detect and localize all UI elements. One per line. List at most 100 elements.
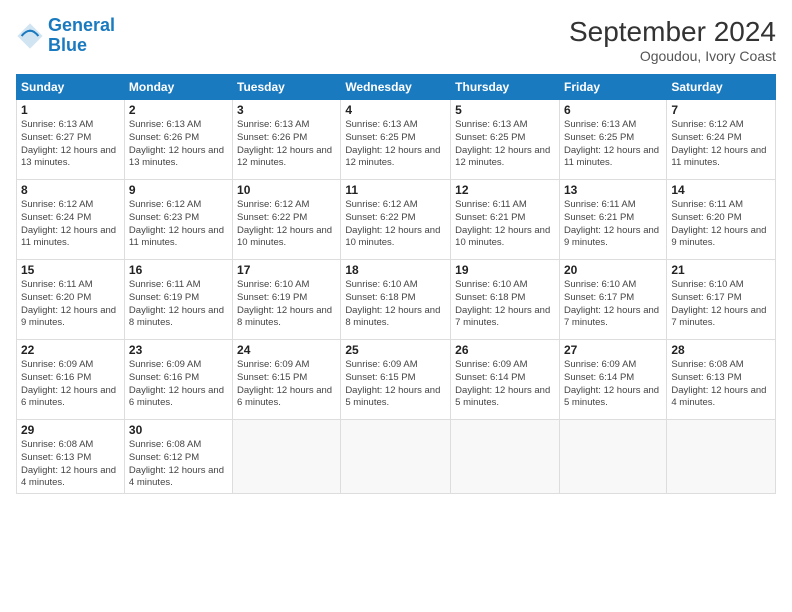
day-number: 29 [21,423,120,437]
day-info: Sunrise: 6:13 AMSunset: 6:25 PMDaylight:… [345,119,446,170]
calendar-cell: 18 Sunrise: 6:10 AMSunset: 6:18 PMDayligh… [341,260,451,340]
calendar-cell [559,420,666,494]
day-number: 7 [671,103,771,117]
day-info: Sunrise: 6:11 AMSunset: 6:21 PMDaylight:… [455,199,555,250]
day-info: Sunrise: 6:12 AMSunset: 6:24 PMDaylight:… [21,199,120,250]
calendar-cell: 7Sunrise: 6:12 AMSunset: 6:24 PMDaylight… [667,100,776,180]
day-number: 6 [564,103,662,117]
logo: General Blue [16,16,115,56]
calendar-cell [451,420,560,494]
calendar-cell: 17 Sunrise: 6:10 AMSunset: 6:19 PMDayligh… [233,260,341,340]
day-number: 10 [237,183,336,197]
calendar-cell: 28 Sunrise: 6:08 AMSunset: 6:13 PMDayligh… [667,340,776,420]
day-info: Sunrise: 6:11 AMSunset: 6:20 PMDaylight:… [671,199,771,250]
day-info: Sunrise: 6:08 AMSunset: 6:13 PMDaylight:… [21,439,120,490]
day-number: 28 [671,343,771,357]
day-info: Sunrise: 6:11 AMSunset: 6:19 PMDaylight:… [129,279,228,330]
calendar-table: SundayMondayTuesdayWednesdayThursdayFrid… [16,74,776,494]
day-number: 20 [564,263,662,277]
logo-text: General Blue [48,16,115,56]
calendar-cell: 27 Sunrise: 6:09 AMSunset: 6:14 PMDayligh… [559,340,666,420]
dow-header: Saturday [667,75,776,100]
calendar-cell [667,420,776,494]
dow-header: Monday [124,75,232,100]
day-info: Sunrise: 6:12 AMSunset: 6:22 PMDaylight:… [345,199,446,250]
day-number: 17 [237,263,336,277]
day-number: 2 [129,103,228,117]
day-info: Sunrise: 6:10 AMSunset: 6:17 PMDaylight:… [671,279,771,330]
location: Ogoudou, Ivory Coast [569,48,776,64]
dow-header: Thursday [451,75,560,100]
day-number: 12 [455,183,555,197]
day-info: Sunrise: 6:10 AMSunset: 6:19 PMDaylight:… [237,279,336,330]
day-info: Sunrise: 6:12 AMSunset: 6:23 PMDaylight:… [129,199,228,250]
day-number: 23 [129,343,228,357]
day-number: 13 [564,183,662,197]
day-number: 30 [129,423,228,437]
day-number: 18 [345,263,446,277]
day-info: Sunrise: 6:08 AMSunset: 6:13 PMDaylight:… [671,359,771,410]
calendar-cell: 13 Sunrise: 6:11 AMSunset: 6:21 PMDayligh… [559,180,666,260]
calendar-cell [233,420,341,494]
calendar-cell: 12 Sunrise: 6:11 AMSunset: 6:21 PMDayligh… [451,180,560,260]
day-info: Sunrise: 6:13 AMSunset: 6:27 PMDaylight:… [21,119,120,170]
day-info: Sunrise: 6:09 AMSunset: 6:15 PMDaylight:… [345,359,446,410]
day-number: 22 [21,343,120,357]
calendar-cell: 8Sunrise: 6:12 AMSunset: 6:24 PMDaylight… [17,180,125,260]
calendar-cell: 21Sunrise: 6:10 AMSunset: 6:17 PMDayligh… [667,260,776,340]
dow-header: Tuesday [233,75,341,100]
calendar-cell: 9 Sunrise: 6:12 AMSunset: 6:23 PMDaylight… [124,180,232,260]
day-number: 11 [345,183,446,197]
day-number: 16 [129,263,228,277]
logo-icon [16,22,44,50]
day-info: Sunrise: 6:12 AMSunset: 6:22 PMDaylight:… [237,199,336,250]
calendar-cell: 26 Sunrise: 6:09 AMSunset: 6:14 PMDayligh… [451,340,560,420]
day-number: 25 [345,343,446,357]
day-number: 3 [237,103,336,117]
day-number: 9 [129,183,228,197]
day-number: 19 [455,263,555,277]
day-info: Sunrise: 6:13 AMSunset: 6:25 PMDaylight:… [455,119,555,170]
calendar-cell: 2 Sunrise: 6:13 AMSunset: 6:26 PMDaylight… [124,100,232,180]
calendar-cell: 30 Sunrise: 6:08 AMSunset: 6:12 PMDayligh… [124,420,232,494]
day-info: Sunrise: 6:09 AMSunset: 6:14 PMDaylight:… [455,359,555,410]
day-number: 26 [455,343,555,357]
day-info: Sunrise: 6:10 AMSunset: 6:17 PMDaylight:… [564,279,662,330]
calendar-cell: 14 Sunrise: 6:11 AMSunset: 6:20 PMDayligh… [667,180,776,260]
day-info: Sunrise: 6:09 AMSunset: 6:16 PMDaylight:… [21,359,120,410]
day-number: 15 [21,263,120,277]
calendar-cell: 10 Sunrise: 6:12 AMSunset: 6:22 PMDayligh… [233,180,341,260]
calendar-cell [341,420,451,494]
calendar-cell: 3 Sunrise: 6:13 AMSunset: 6:26 PMDaylight… [233,100,341,180]
dow-header: Wednesday [341,75,451,100]
calendar-cell: 24Sunrise: 6:09 AMSunset: 6:15 PMDayligh… [233,340,341,420]
calendar-cell: 11 Sunrise: 6:12 AMSunset: 6:22 PMDayligh… [341,180,451,260]
calendar-cell: 29 Sunrise: 6:08 AMSunset: 6:13 PMDayligh… [17,420,125,494]
calendar-cell: 4 Sunrise: 6:13 AMSunset: 6:25 PMDaylight… [341,100,451,180]
header: General Blue September 2024 Ogoudou, Ivo… [16,16,776,64]
day-info: Sunrise: 6:09 AMSunset: 6:16 PMDaylight:… [129,359,228,410]
day-info: Sunrise: 6:13 AMSunset: 6:25 PMDaylight:… [564,119,662,170]
calendar-cell: 20 Sunrise: 6:10 AMSunset: 6:17 PMDayligh… [559,260,666,340]
day-info: Sunrise: 6:13 AMSunset: 6:26 PMDaylight:… [129,119,228,170]
page-container: General Blue September 2024 Ogoudou, Ivo… [0,0,792,502]
day-number: 5 [455,103,555,117]
day-info: Sunrise: 6:13 AMSunset: 6:26 PMDaylight:… [237,119,336,170]
day-info: Sunrise: 6:10 AMSunset: 6:18 PMDaylight:… [345,279,446,330]
calendar-cell: 19 Sunrise: 6:10 AMSunset: 6:18 PMDayligh… [451,260,560,340]
day-number: 14 [671,183,771,197]
calendar-cell: 16 Sunrise: 6:11 AMSunset: 6:19 PMDayligh… [124,260,232,340]
calendar-cell: 15 Sunrise: 6:11 AMSunset: 6:20 PMDayligh… [17,260,125,340]
day-number: 27 [564,343,662,357]
day-number: 1 [21,103,120,117]
day-info: Sunrise: 6:11 AMSunset: 6:20 PMDaylight:… [21,279,120,330]
day-info: Sunrise: 6:10 AMSunset: 6:18 PMDaylight:… [455,279,555,330]
day-info: Sunrise: 6:09 AMSunset: 6:14 PMDaylight:… [564,359,662,410]
day-info: Sunrise: 6:08 AMSunset: 6:12 PMDaylight:… [129,439,228,490]
calendar-cell: 1 Sunrise: 6:13 AMSunset: 6:27 PMDaylight… [17,100,125,180]
calendar-cell: 25 Sunrise: 6:09 AMSunset: 6:15 PMDayligh… [341,340,451,420]
day-number: 4 [345,103,446,117]
calendar-cell: 6 Sunrise: 6:13 AMSunset: 6:25 PMDaylight… [559,100,666,180]
month-title: September 2024 [569,16,776,48]
day-info: Sunrise: 6:11 AMSunset: 6:21 PMDaylight:… [564,199,662,250]
